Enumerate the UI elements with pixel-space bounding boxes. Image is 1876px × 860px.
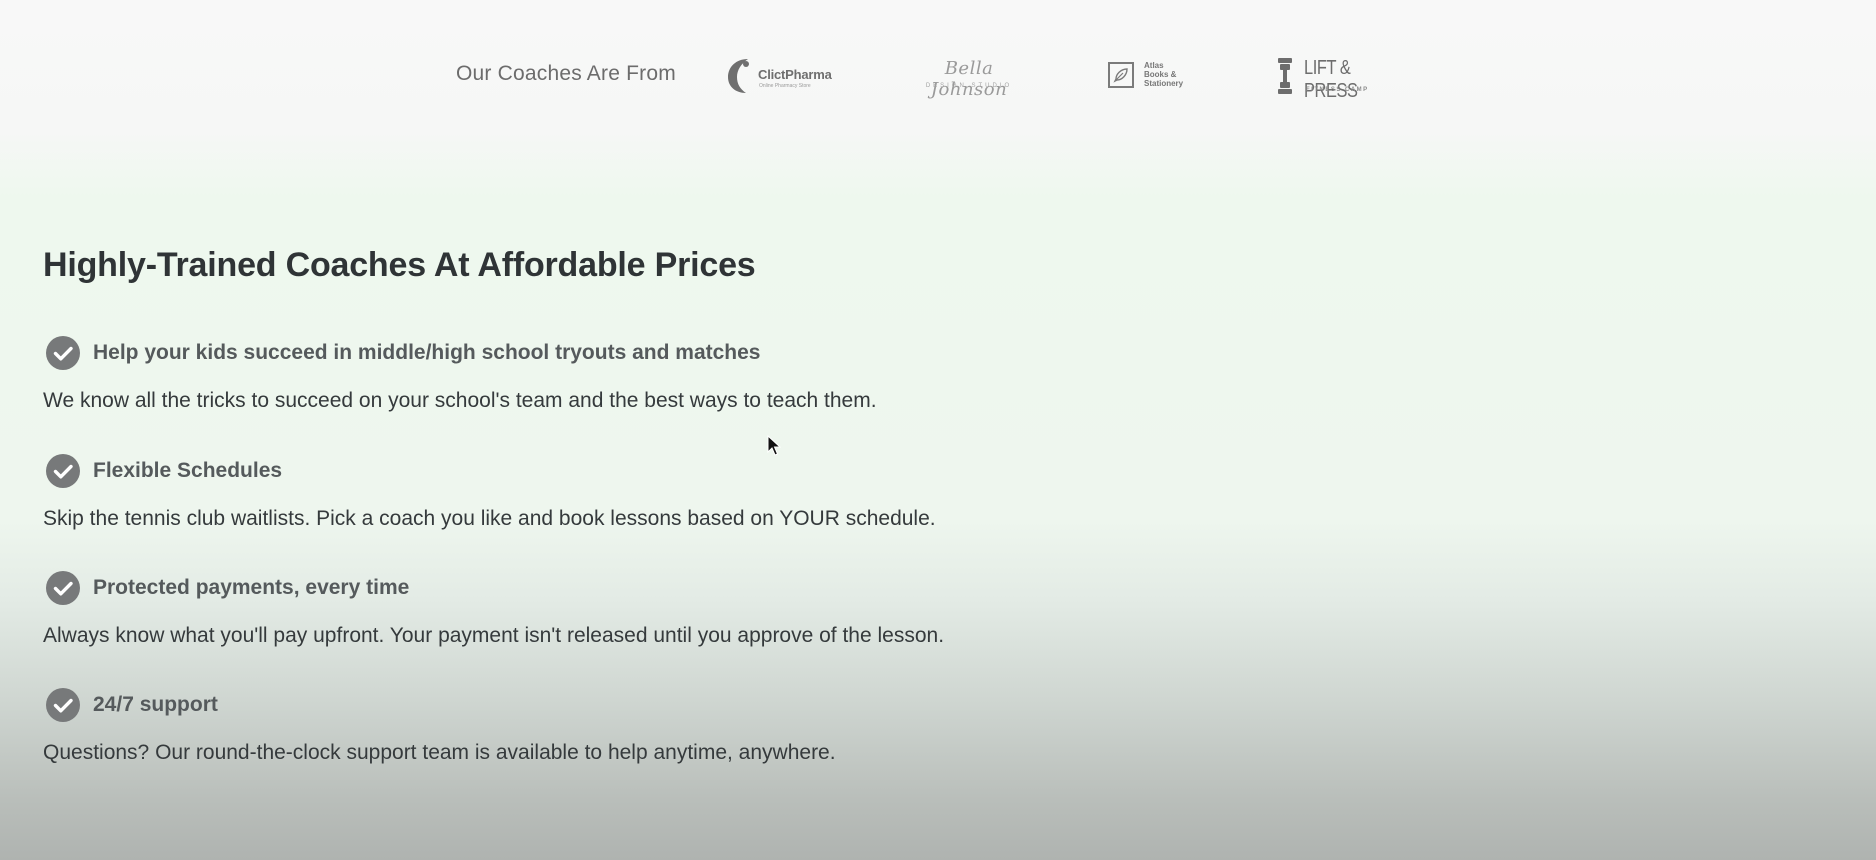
atlas-books-logo: Atlas Books & Stationery xyxy=(1108,60,1198,94)
dumbbell-icon xyxy=(1278,58,1292,94)
feature-item: Flexible Schedules Skip the tennis club … xyxy=(43,454,1143,534)
partners-label: Our Coaches Are From xyxy=(456,62,676,85)
feature-title: Help your kids succeed in middle/high sc… xyxy=(93,341,761,364)
clictpharma-logo-icon xyxy=(728,59,749,93)
check-circle-icon xyxy=(46,336,80,370)
bella-johnson-name: Bella Johnson xyxy=(930,58,1008,100)
feature-description: Always know what you'll pay upfront. You… xyxy=(43,624,945,647)
feature-description: Skip the tennis club waitlists. Pick a c… xyxy=(43,507,936,530)
atlas-logo-frame xyxy=(1108,62,1134,88)
atlas-name-line-3: Stationery xyxy=(1144,79,1184,88)
bella-johnson-subtitle: DESIGN STUDIO xyxy=(925,83,1013,89)
atlas-name-line-2: Books & xyxy=(1144,70,1177,79)
feature-title: Protected payments, every time xyxy=(93,576,410,599)
feather-icon xyxy=(1113,68,1128,83)
atlas-name-line-1: Atlas xyxy=(1144,61,1164,70)
feature-title: 24/7 support xyxy=(93,693,218,716)
clictpharma-logo: ClictPharma Online Pharmacy Store xyxy=(726,55,838,95)
section-headline: Highly-Trained Coaches At Affordable Pri… xyxy=(43,246,756,284)
atlas-books-name: Atlas Books & Stationery xyxy=(1144,61,1183,88)
clictpharma-name: ClictPharma xyxy=(758,67,832,82)
clictpharma-subtitle: Online Pharmacy Store xyxy=(759,83,811,89)
check-circle-icon xyxy=(46,454,80,488)
feature-item: Protected payments, every time Always kn… xyxy=(43,571,1143,651)
check-circle-icon xyxy=(46,571,80,605)
check-circle-icon xyxy=(46,688,80,722)
lift-and-press-logo: LIFT & PRESS FITNESS CAMP xyxy=(1276,56,1396,102)
feature-description: Questions? Our round-the-clock support t… xyxy=(43,741,836,764)
feature-item: 24/7 support Questions? Our round-the-cl… xyxy=(43,688,1143,768)
feature-title: Flexible Schedules xyxy=(93,459,283,482)
feature-description: We know all the tricks to succeed on you… xyxy=(43,389,877,412)
lift-and-press-subtitle: FITNESS CAMP xyxy=(1306,87,1369,93)
bella-johnson-logo: Bella Johnson DESIGN STUDIO xyxy=(912,58,1026,100)
partner-logos-strip: Our Coaches Are From ClictPharma Online … xyxy=(0,0,1876,150)
feature-item: Help your kids succeed in middle/high sc… xyxy=(43,336,1143,416)
mouse-pointer-icon xyxy=(767,435,781,456)
lift-and-press-name: LIFT & PRESS xyxy=(1304,57,1358,102)
